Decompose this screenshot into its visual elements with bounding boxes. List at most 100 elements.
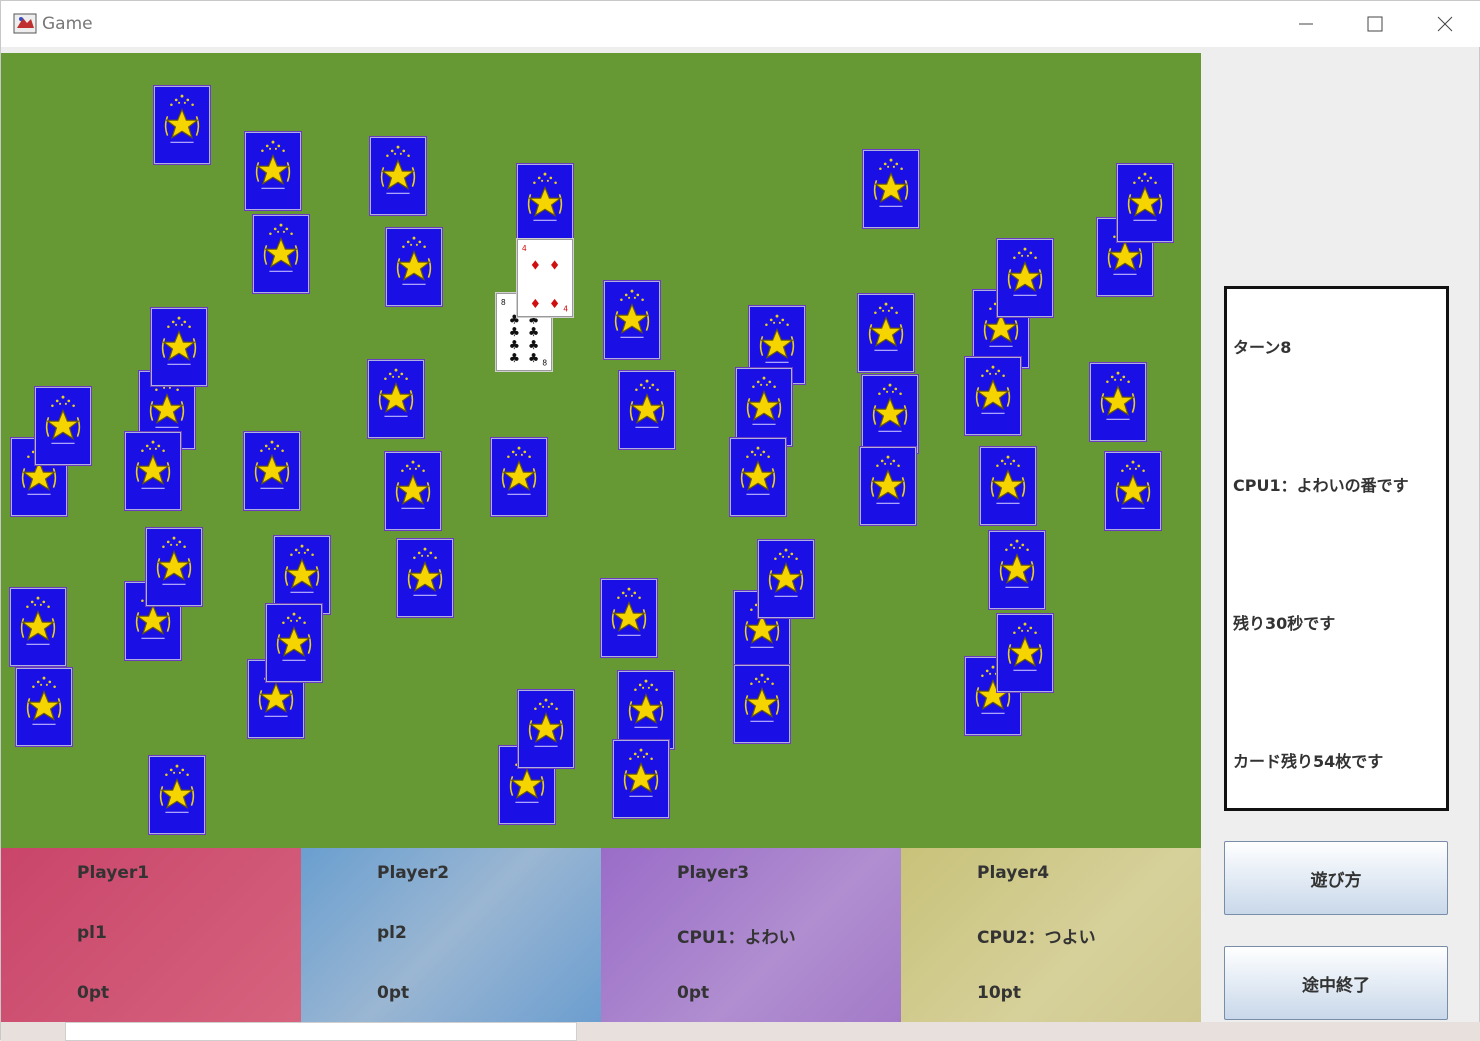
card-back[interactable] bbox=[245, 132, 301, 210]
card-back[interactable] bbox=[1105, 452, 1161, 530]
card-back[interactable] bbox=[146, 528, 202, 606]
svg-text:4: 4 bbox=[522, 244, 527, 253]
star-emblem-icon bbox=[255, 140, 291, 189]
star-emblem-icon bbox=[135, 440, 171, 489]
svg-text:8: 8 bbox=[501, 298, 506, 307]
status-panel: ターン8 CPU1：よわいの番です 残り30秒です カード残り54枚です bbox=[1224, 286, 1449, 811]
close-icon bbox=[1437, 16, 1453, 32]
star-emblem-icon bbox=[501, 446, 537, 495]
window-title: Game bbox=[42, 14, 93, 34]
card-back[interactable] bbox=[16, 668, 72, 746]
card-back[interactable] bbox=[274, 536, 330, 614]
java-app-icon bbox=[13, 13, 37, 34]
quit-game-button[interactable]: 途中終了 bbox=[1224, 946, 1448, 1020]
star-emblem-icon bbox=[527, 172, 563, 221]
card-back[interactable] bbox=[244, 432, 300, 510]
card-back[interactable] bbox=[736, 368, 792, 446]
star-emblem-icon bbox=[26, 676, 62, 725]
card-back[interactable] bbox=[386, 228, 442, 306]
card-back[interactable] bbox=[370, 137, 426, 215]
card-back[interactable] bbox=[368, 360, 424, 438]
star-emblem-icon bbox=[164, 94, 200, 143]
star-emblem-icon bbox=[740, 446, 776, 495]
star-emblem-icon bbox=[45, 395, 81, 444]
star-emblem-icon bbox=[611, 587, 647, 636]
card-back[interactable] bbox=[989, 531, 1045, 609]
title-bar: Game bbox=[1, 1, 1480, 47]
card-back[interactable] bbox=[860, 447, 916, 525]
card-back[interactable] bbox=[730, 438, 786, 516]
maximize-button[interactable] bbox=[1340, 1, 1410, 47]
card-back[interactable] bbox=[613, 740, 669, 818]
card-back[interactable] bbox=[266, 604, 322, 682]
card-face-up[interactable]: 4 4 ♦ ♦ ♦ ♦ bbox=[517, 239, 573, 317]
player-panel-1: Player1 pl1 0pt bbox=[1, 848, 301, 1022]
card-back[interactable] bbox=[518, 690, 574, 768]
svg-text:♦: ♦ bbox=[530, 296, 541, 311]
star-emblem-icon bbox=[1115, 460, 1151, 509]
star-emblem-icon bbox=[1127, 172, 1163, 221]
card-back[interactable] bbox=[862, 375, 918, 453]
maximize-icon bbox=[1367, 16, 1383, 32]
card-back[interactable] bbox=[965, 357, 1021, 435]
star-emblem-icon bbox=[628, 679, 664, 728]
game-window: Game 4 4 ♦ ♦ ♦ ♦ 8 8 ♣ ♣ ♣ ♣ ♣ ♣ ♣ ♣ ターン… bbox=[0, 0, 1480, 1041]
card-back[interactable] bbox=[858, 294, 914, 372]
star-emblem-icon bbox=[614, 289, 650, 338]
close-button[interactable] bbox=[1410, 1, 1480, 47]
card-back[interactable] bbox=[604, 281, 660, 359]
card-back[interactable] bbox=[1090, 363, 1146, 441]
card-back[interactable] bbox=[758, 540, 814, 618]
svg-text:4: 4 bbox=[563, 305, 568, 314]
star-emblem-icon bbox=[872, 383, 908, 432]
card-back[interactable] bbox=[154, 86, 210, 164]
card-back[interactable] bbox=[151, 308, 207, 386]
player-user: CPU2：つよい bbox=[977, 928, 1096, 948]
card-back[interactable] bbox=[980, 447, 1036, 525]
star-emblem-icon bbox=[156, 536, 192, 585]
card-back[interactable] bbox=[35, 387, 91, 465]
star-emblem-icon bbox=[1100, 371, 1136, 420]
card-back[interactable] bbox=[517, 164, 573, 242]
how-to-play-button[interactable]: 遊び方 bbox=[1224, 841, 1448, 915]
card-back[interactable] bbox=[618, 671, 674, 749]
player-score: 0pt bbox=[77, 983, 110, 1003]
star-emblem-icon bbox=[623, 748, 659, 797]
star-emblem-icon bbox=[528, 698, 564, 747]
card-back[interactable] bbox=[601, 579, 657, 657]
player-user: pl2 bbox=[377, 923, 407, 943]
player-score: 0pt bbox=[677, 983, 710, 1003]
card-back[interactable] bbox=[397, 539, 453, 617]
taskbar-search-box[interactable] bbox=[65, 1022, 577, 1041]
current-player-label: CPU1：よわいの番です bbox=[1233, 476, 1409, 495]
card-back[interactable] bbox=[997, 239, 1053, 317]
player-panel-2: Player2 pl2 0pt bbox=[301, 848, 601, 1022]
card-back[interactable] bbox=[1117, 164, 1173, 242]
card-back[interactable] bbox=[149, 756, 205, 834]
star-emblem-icon bbox=[975, 365, 1011, 414]
player-name: Player3 bbox=[677, 863, 750, 883]
card-back[interactable] bbox=[734, 665, 790, 743]
card-back[interactable] bbox=[619, 371, 675, 449]
turn-label: ターン8 bbox=[1233, 338, 1292, 357]
card-back[interactable] bbox=[10, 588, 66, 666]
card-back[interactable] bbox=[125, 432, 181, 510]
star-emblem-icon bbox=[407, 547, 443, 596]
star-emblem-icon bbox=[284, 544, 320, 593]
card-back[interactable] bbox=[491, 438, 547, 516]
star-emblem-icon bbox=[1007, 622, 1043, 671]
star-emblem-icon bbox=[990, 455, 1026, 504]
card-back[interactable] bbox=[997, 614, 1053, 692]
svg-text:♦: ♦ bbox=[549, 257, 560, 272]
minimize-button[interactable] bbox=[1271, 1, 1341, 47]
player-name: Player2 bbox=[377, 863, 450, 883]
star-emblem-icon bbox=[629, 379, 665, 428]
card-back[interactable] bbox=[253, 215, 309, 293]
card-back[interactable] bbox=[863, 150, 919, 228]
star-emblem-icon bbox=[768, 548, 804, 597]
star-emblem-icon bbox=[396, 236, 432, 285]
card-back[interactable] bbox=[385, 452, 441, 530]
player-name: Player1 bbox=[77, 863, 150, 883]
cards-left-label: カード残り54枚です bbox=[1233, 752, 1384, 771]
svg-text:8: 8 bbox=[542, 359, 547, 368]
